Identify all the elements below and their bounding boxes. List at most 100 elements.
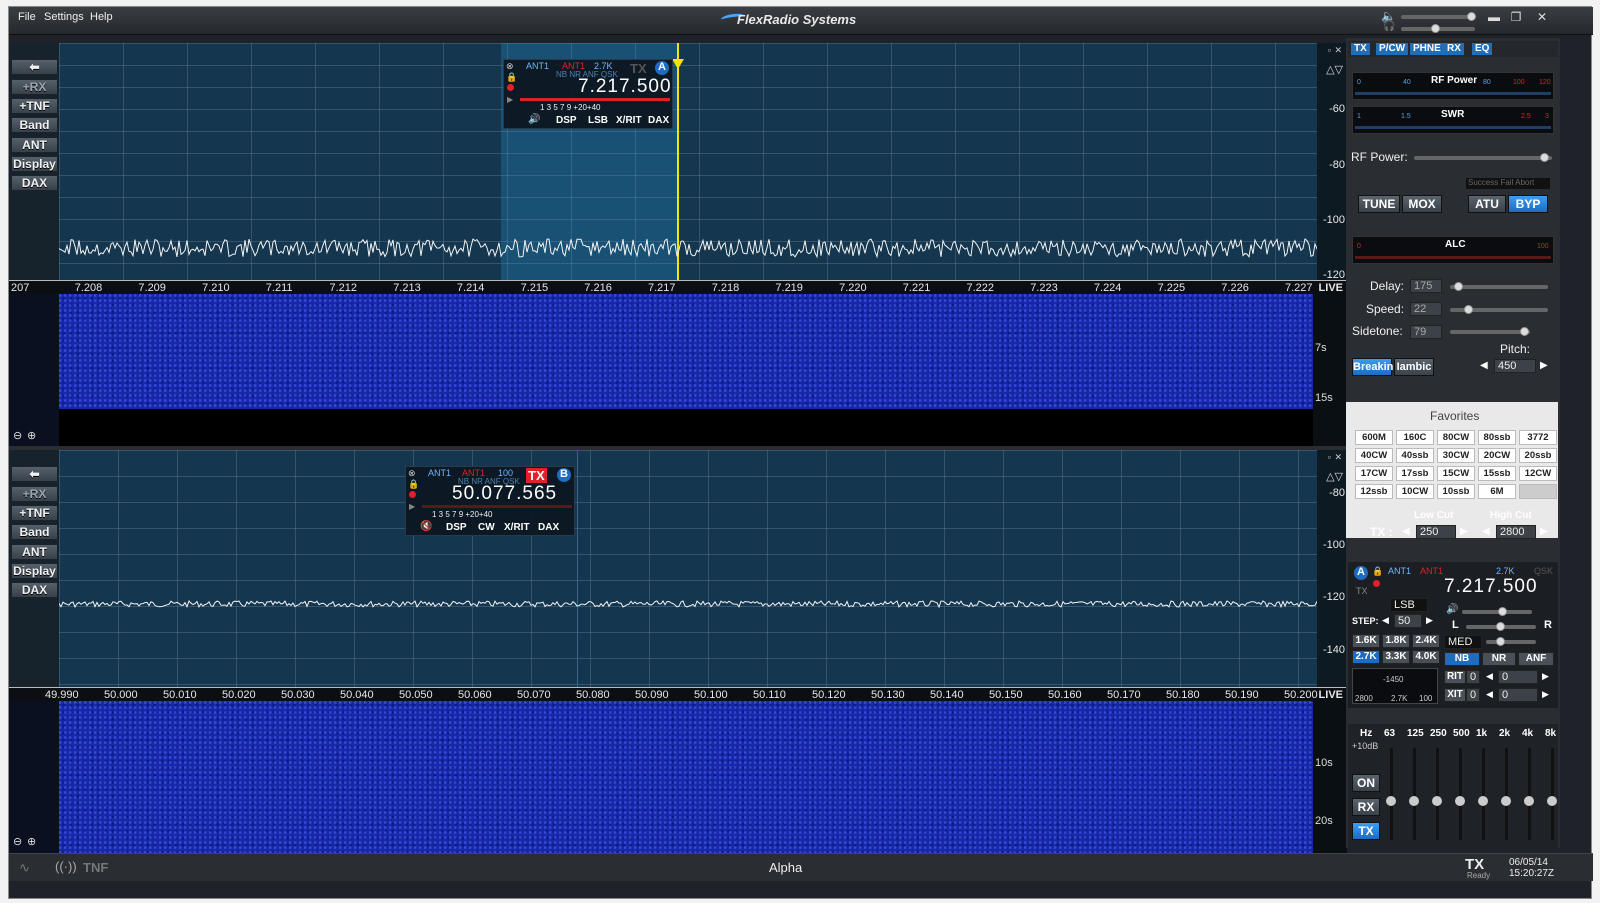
dax-button[interactable]: DAX bbox=[11, 175, 58, 191]
high-cut-value[interactable]: 2800 bbox=[1496, 525, 1536, 539]
xit-decrease-icon[interactable]: ◀ bbox=[1486, 689, 1493, 700]
band-button[interactable]: Band bbox=[11, 117, 58, 133]
high-cut-increase-icon[interactable]: ▶ bbox=[1540, 526, 1548, 537]
high-cut-decrease-icon[interactable]: ◀ bbox=[1482, 526, 1490, 537]
agc-select[interactable]: MED bbox=[1444, 635, 1482, 649]
slice-frequency[interactable]: 7.217.500 bbox=[1444, 576, 1538, 598]
add-tnf-button[interactable]: +TNF bbox=[11, 98, 58, 114]
favorite-160c[interactable]: 160C bbox=[1396, 430, 1434, 445]
sidetone-value[interactable]: 79 bbox=[1410, 325, 1442, 339]
favorite-12cw[interactable]: 12CW bbox=[1519, 466, 1557, 481]
rit-on[interactable]: 0 bbox=[1466, 670, 1480, 684]
waterfall-2[interactable] bbox=[59, 701, 1313, 853]
filter-3-3k[interactable]: 3.3K bbox=[1382, 650, 1410, 664]
favorite-80ssb[interactable]: 80ssb bbox=[1478, 430, 1516, 445]
play-icon[interactable]: ▶ bbox=[507, 95, 513, 104]
audio-speaker-icon[interactable]: 🔊 bbox=[528, 114, 540, 125]
favorite-600m[interactable]: 600M bbox=[1355, 430, 1393, 445]
eq-slider-knob[interactable] bbox=[1547, 796, 1557, 806]
favorite-20ssb[interactable]: 20ssb bbox=[1519, 448, 1557, 463]
pan-close-icon[interactable]: ✕ bbox=[1334, 452, 1342, 463]
slice-letter[interactable]: B bbox=[557, 468, 571, 482]
audio-pan-knob[interactable] bbox=[1496, 622, 1505, 631]
rx-antenna[interactable]: ANT1 bbox=[1388, 566, 1411, 576]
menu-file[interactable]: File bbox=[18, 11, 36, 23]
dsp-button[interactable]: DSP bbox=[446, 522, 467, 533]
eq-on-button[interactable]: ON bbox=[1352, 774, 1380, 792]
slice-letter[interactable]: A bbox=[1354, 566, 1368, 580]
tune-button[interactable]: TUNE bbox=[1358, 195, 1400, 213]
dax-flag-button[interactable]: DAX bbox=[648, 115, 669, 126]
tx-antenna[interactable]: ANT1 bbox=[1420, 566, 1443, 576]
pitch-increase-icon[interactable]: ▶ bbox=[1540, 360, 1548, 371]
favorite-30cw[interactable]: 30CW bbox=[1437, 448, 1475, 463]
db-scale[interactable]: △▽ -80 -100 -120 -140 bbox=[1317, 450, 1347, 687]
eq-slider-knob[interactable] bbox=[1455, 796, 1465, 806]
eq-slider-knob[interactable] bbox=[1432, 796, 1442, 806]
rf-power-slider[interactable] bbox=[1414, 156, 1552, 160]
lock-icon[interactable]: 🔒 bbox=[1372, 566, 1383, 577]
close-slice-icon[interactable]: ⊗ bbox=[408, 468, 416, 479]
slice-frequency[interactable]: 7.217.500 bbox=[578, 76, 672, 98]
ant-button[interactable]: ANT bbox=[11, 137, 58, 153]
eq-slider-knob[interactable] bbox=[1478, 796, 1488, 806]
tab-rx[interactable]: RX bbox=[1444, 43, 1464, 55]
eq-slider-track[interactable] bbox=[1436, 748, 1439, 840]
master-volume-knob[interactable] bbox=[1467, 12, 1476, 21]
record-icon[interactable] bbox=[507, 84, 514, 91]
slice-flag-a[interactable]: ⊗ 🔒 ▶ ANT1 ANT1 2.7K NB NR ANF QSK TX A … bbox=[503, 59, 673, 129]
pan-minimize-icon[interactable]: ▫ bbox=[1328, 452, 1331, 462]
eq-slider-track[interactable] bbox=[1505, 748, 1508, 840]
filter-2-7k[interactable]: 2.7K bbox=[1352, 650, 1380, 664]
nr-button[interactable]: NR bbox=[1482, 652, 1516, 666]
audio-gain-knob[interactable] bbox=[1498, 607, 1507, 616]
speed-value[interactable]: 22 bbox=[1410, 302, 1442, 316]
tx-indicator[interactable]: TX bbox=[630, 61, 647, 76]
zoom-out-icon[interactable]: ⊖ bbox=[13, 429, 22, 442]
dax-flag-button[interactable]: DAX bbox=[538, 522, 559, 533]
atu-button[interactable]: ATU bbox=[1468, 195, 1506, 213]
speaker-icon[interactable]: 🔊 bbox=[1446, 604, 1458, 615]
favorite-3772[interactable]: 3772 bbox=[1519, 430, 1557, 445]
tnf-toggle[interactable]: TNF bbox=[83, 860, 108, 875]
display-button[interactable]: Display bbox=[11, 156, 58, 172]
record-icon[interactable] bbox=[409, 491, 416, 498]
mode-button[interactable]: LSB bbox=[588, 115, 608, 126]
display-button[interactable]: Display bbox=[11, 563, 58, 579]
audio-gain-slider[interactable] bbox=[1462, 610, 1532, 614]
favorite-10ssb[interactable]: 10ssb bbox=[1437, 484, 1475, 499]
ant-button[interactable]: ANT bbox=[11, 544, 58, 560]
breakin-button[interactable]: Breakin bbox=[1352, 358, 1393, 376]
eq-slider-knob[interactable] bbox=[1409, 796, 1419, 806]
muted-speaker-icon[interactable]: 🔇 bbox=[420, 521, 432, 532]
filter-1-6k[interactable]: 1.6K bbox=[1352, 634, 1380, 648]
collapse-arrow-button[interactable]: ⬅ bbox=[11, 466, 58, 482]
waveform-icon[interactable]: ∿ bbox=[19, 860, 30, 876]
pan-close-icon[interactable]: ✕ bbox=[1334, 45, 1342, 56]
slice-letter[interactable]: A bbox=[655, 61, 669, 75]
collapse-arrow-button[interactable]: ⬅ bbox=[11, 59, 58, 75]
iambic-button[interactable]: Iambic bbox=[1394, 358, 1434, 376]
filter-1-8k[interactable]: 1.8K bbox=[1382, 634, 1410, 648]
favorite-17cw[interactable]: 17CW bbox=[1355, 466, 1393, 481]
passband-display[interactable]: -1450 2800 2.7K 100 bbox=[1352, 668, 1438, 704]
panadapter-2[interactable]: ⬅ +RX +TNF Band ANT Display DAX △▽ -80 -… bbox=[9, 450, 1347, 687]
delay-knob[interactable] bbox=[1454, 282, 1463, 291]
lock-icon[interactable]: 🔒 bbox=[408, 479, 419, 490]
scale-arrows-icon[interactable]: △▽ bbox=[1326, 63, 1343, 76]
rit-decrease-icon[interactable]: ◀ bbox=[1486, 671, 1493, 682]
maximize-button[interactable]: ❐ bbox=[1507, 10, 1525, 26]
byp-button[interactable]: BYP bbox=[1508, 195, 1548, 213]
delay-slider[interactable] bbox=[1450, 285, 1548, 289]
eq-slider-track[interactable] bbox=[1459, 748, 1462, 840]
headphone-volume-knob[interactable] bbox=[1431, 24, 1440, 33]
xit-on[interactable]: 0 bbox=[1466, 688, 1480, 702]
anf-button[interactable]: ANF bbox=[1518, 652, 1554, 666]
nb-button[interactable]: NB bbox=[1444, 652, 1480, 666]
band-button[interactable]: Band bbox=[11, 524, 58, 540]
favorite-40cw[interactable]: 40CW bbox=[1355, 448, 1393, 463]
play-icon[interactable]: ▶ bbox=[409, 502, 415, 511]
step-value[interactable]: 50 bbox=[1394, 614, 1422, 628]
step-increase-icon[interactable]: ▶ bbox=[1426, 615, 1433, 626]
eq-slider-knob[interactable] bbox=[1524, 796, 1534, 806]
